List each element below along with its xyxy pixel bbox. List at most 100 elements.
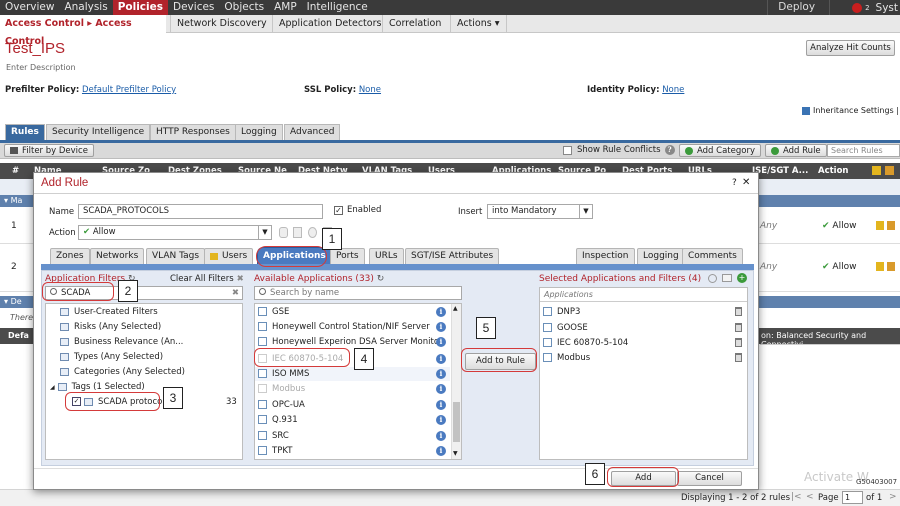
- list-item[interactable]: Q.931: [258, 413, 298, 427]
- folder-icon[interactable]: [722, 274, 732, 282]
- lock-icon[interactable]: [308, 227, 317, 238]
- inheritance-settings[interactable]: Inheritance Settings |: [802, 106, 899, 115]
- filter-item[interactable]: Categories (Any Selected): [60, 365, 185, 379]
- tab-comments[interactable]: Comments: [682, 248, 743, 264]
- scrollbar[interactable]: ▲ ▼: [451, 304, 461, 459]
- add-category-button[interactable]: Add Category: [679, 144, 761, 157]
- clear-icon[interactable]: ✖: [232, 287, 239, 300]
- info-icon[interactable]: i: [436, 446, 446, 456]
- prev-page-icon[interactable]: <: [806, 492, 814, 502]
- prefilter-link[interactable]: Default Prefilter Policy: [82, 85, 176, 95]
- cancel-button[interactable]: Cancel: [677, 471, 742, 486]
- info-icon[interactable]: i: [436, 431, 446, 441]
- ssl-link[interactable]: None: [359, 85, 381, 95]
- show-rule-conflicts-checkbox[interactable]: [563, 145, 572, 155]
- list-item[interactable]: Honeywell Control Station/NIF Server: [258, 320, 430, 334]
- clear-all-filters[interactable]: Clear All Filters ✖: [170, 274, 244, 284]
- rule-name-input[interactable]: SCADA_PROTOCOLS: [78, 204, 323, 219]
- info-icon[interactable]: i: [436, 307, 446, 317]
- list-item[interactable]: Modbus: [543, 351, 590, 365]
- tab-inspection[interactable]: Inspection: [576, 248, 635, 264]
- insert-select[interactable]: into Mandatory ▼: [487, 204, 593, 219]
- enabled-checkbox[interactable]: ✓: [334, 205, 343, 215]
- search-rules-input[interactable]: Search Rules: [827, 144, 900, 157]
- tab-logging[interactable]: Logging: [637, 248, 685, 264]
- help-icon[interactable]: ?: [732, 178, 737, 188]
- breadcrumb[interactable]: Access Control ▸ Access Control: [0, 15, 166, 47]
- tab-logging[interactable]: Logging: [235, 124, 283, 140]
- shield-icon[interactable]: [279, 227, 288, 238]
- info-icon[interactable]: i: [436, 369, 446, 379]
- filter-by-device-button[interactable]: Filter by Device: [4, 144, 94, 157]
- tab-advanced[interactable]: Advanced: [284, 124, 341, 140]
- file-icon[interactable]: [293, 227, 302, 238]
- page-number-input[interactable]: 1: [842, 491, 863, 504]
- add-rule-button[interactable]: Add Rule: [765, 144, 827, 157]
- available-search-input[interactable]: Search by name: [254, 286, 462, 300]
- tab-vlan-tags[interactable]: VLAN Tags: [146, 248, 206, 264]
- list-item[interactable]: TPKT: [258, 444, 292, 458]
- nav-objects[interactable]: Objects: [219, 0, 269, 15]
- next-page-icon[interactable]: >: [889, 492, 897, 502]
- tab-security-intelligence[interactable]: Security Intelligence: [46, 124, 151, 140]
- nav-overview[interactable]: Overview: [0, 0, 59, 15]
- info-icon[interactable]: i: [436, 337, 446, 347]
- search-icon[interactable]: [708, 274, 717, 283]
- nav-devices[interactable]: Devices: [168, 0, 219, 15]
- nav-analysis[interactable]: Analysis: [59, 0, 112, 15]
- nav-intelligence[interactable]: Intelligence: [302, 0, 373, 15]
- description-field[interactable]: Enter Description: [6, 63, 76, 72]
- list-item[interactable]: ISO MMS: [255, 367, 450, 381]
- info-icon[interactable]: i: [436, 322, 446, 332]
- scroll-up-icon[interactable]: ▲: [453, 305, 458, 312]
- info-icon[interactable]: i: [436, 354, 446, 364]
- nav-amp[interactable]: AMP: [269, 0, 302, 15]
- first-page-icon[interactable]: |<: [791, 492, 802, 502]
- tab-networks[interactable]: Networks: [90, 248, 145, 264]
- tab-ports[interactable]: Ports: [330, 248, 365, 264]
- tab-urls[interactable]: URLs: [369, 248, 404, 264]
- tab-rules[interactable]: Rules: [5, 124, 45, 140]
- add-icon[interactable]: +: [737, 273, 747, 283]
- list-item[interactable]: GSE: [258, 305, 289, 319]
- filter-item[interactable]: Risks (Any Selected): [60, 320, 161, 334]
- info-icon[interactable]: i: [436, 384, 446, 394]
- trash-icon[interactable]: [735, 307, 742, 316]
- default-action-value[interactable]: on: Balanced Security and Connectivi: [761, 331, 900, 349]
- nav-policies[interactable]: Policies: [112, 0, 169, 15]
- close-icon[interactable]: ✕: [742, 177, 750, 188]
- tab-http-responses[interactable]: HTTP Responses: [150, 124, 236, 140]
- analyze-hit-counts-button[interactable]: Analyze Hit Counts: [806, 40, 895, 56]
- tab-sgt-ise-attributes[interactable]: SGT/ISE Attributes: [405, 248, 500, 264]
- action-select[interactable]: ✔ Allow ▼: [78, 225, 272, 240]
- scroll-down-icon[interactable]: ▼: [453, 450, 458, 457]
- show-rule-conflicts[interactable]: Show Rule Conflicts ?: [563, 145, 675, 155]
- info-icon[interactable]: i: [436, 415, 446, 425]
- list-item[interactable]: Honeywell Experion DSA Server Monitor: [258, 335, 443, 349]
- list-item[interactable]: IEC 60870-5-104: [543, 336, 628, 350]
- system-menu[interactable]: Syst: [876, 2, 900, 14]
- filter-item[interactable]: User-Created Filters: [60, 305, 158, 319]
- filter-item[interactable]: Business Relevance (An...: [60, 335, 183, 349]
- deploy-button[interactable]: Deploy: [767, 0, 831, 15]
- identity-link[interactable]: None: [662, 85, 684, 95]
- scrollbar-thumb[interactable]: [453, 402, 460, 442]
- subtab-correlation[interactable]: Correlation: [382, 15, 447, 33]
- trash-icon[interactable]: [735, 323, 742, 332]
- trash-icon[interactable]: [735, 353, 742, 362]
- tab-users[interactable]: Users: [204, 248, 254, 264]
- subtab-network-discovery[interactable]: Network Discovery: [170, 15, 273, 33]
- filter-item[interactable]: Types (Any Selected): [60, 350, 163, 364]
- subtab-application-detectors[interactable]: Application Detectors: [272, 15, 387, 33]
- tab-zones[interactable]: Zones: [50, 248, 90, 264]
- info-icon[interactable]: i: [436, 400, 446, 410]
- alert-icon[interactable]: [852, 2, 863, 13]
- list-item[interactable]: GOOSE: [543, 321, 588, 335]
- list-item[interactable]: DNP3: [543, 305, 580, 319]
- list-item[interactable]: SRC: [258, 429, 289, 443]
- enabled-toggle[interactable]: ✓ Enabled: [334, 205, 381, 215]
- subtab-actions[interactable]: Actions ▾: [450, 15, 507, 33]
- help-icon[interactable]: ?: [664, 145, 675, 155]
- list-item[interactable]: OPC-UA: [258, 398, 305, 412]
- trash-icon[interactable]: [735, 338, 742, 347]
